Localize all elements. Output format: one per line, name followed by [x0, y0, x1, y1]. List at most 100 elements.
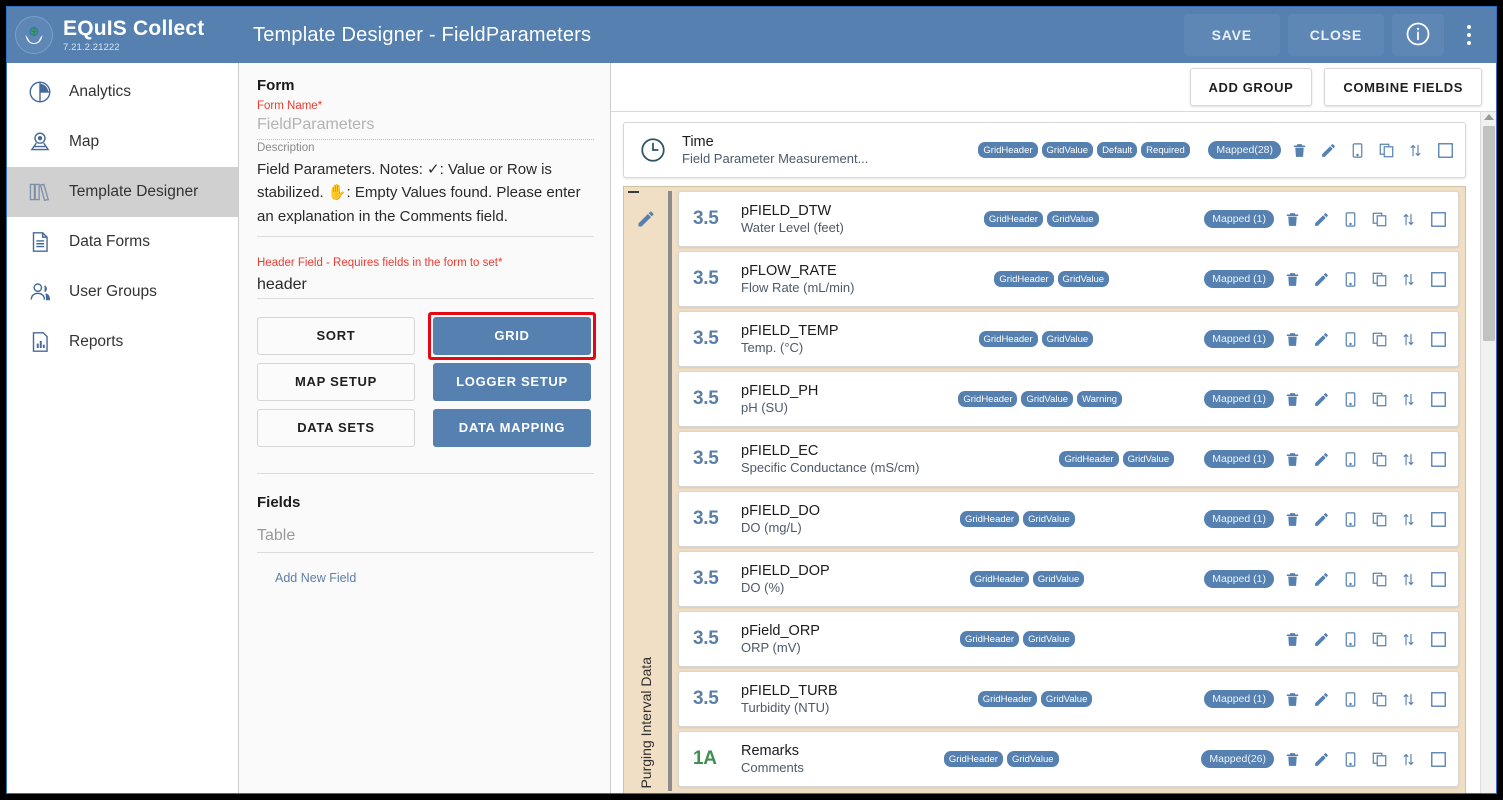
table-row[interactable]: 3.5 pFIELD_DOP DO (%) GridHeader GridValue Ma… [678, 551, 1459, 607]
form-name-input[interactable]: FieldParameters [257, 112, 594, 140]
mobile-icon[interactable] [1339, 328, 1361, 350]
table-row[interactable]: 1A Remarks Comments GridHeader GridValue Mapp… [678, 731, 1459, 787]
sort-arrows-icon[interactable] [1397, 568, 1419, 590]
sort-arrows-icon[interactable] [1397, 748, 1419, 770]
mobile-icon[interactable] [1339, 748, 1361, 770]
kebab-menu-icon[interactable] [1454, 14, 1484, 56]
save-button[interactable]: SAVE [1183, 14, 1280, 56]
mobile-icon[interactable] [1339, 448, 1361, 470]
select-checkbox-icon[interactable] [1426, 448, 1450, 470]
select-checkbox-icon[interactable] [1426, 688, 1450, 710]
edit-icon[interactable] [1310, 568, 1332, 590]
data-mapping-button[interactable]: DATA MAPPING [433, 408, 591, 447]
edit-icon[interactable] [1310, 508, 1332, 530]
add-new-field-link[interactable]: Add New Field [257, 553, 594, 585]
vertical-scrollbar[interactable] [1480, 112, 1496, 793]
edit-icon[interactable] [1310, 628, 1332, 650]
edit-icon[interactable] [1310, 328, 1332, 350]
delete-icon[interactable] [1281, 568, 1303, 590]
delete-icon[interactable] [1281, 208, 1303, 230]
sort-arrows-icon[interactable] [1397, 508, 1419, 530]
mobile-icon[interactable] [1346, 139, 1368, 161]
duplicate-icon[interactable] [1368, 208, 1390, 230]
sidebar-item-reports[interactable]: Reports [7, 317, 238, 367]
edit-icon[interactable] [1310, 448, 1332, 470]
duplicate-icon[interactable] [1368, 748, 1390, 770]
select-checkbox-icon[interactable] [1426, 208, 1450, 230]
delete-icon[interactable] [1288, 139, 1310, 161]
select-checkbox-icon[interactable] [1426, 388, 1450, 410]
sort-arrows-icon[interactable] [1397, 208, 1419, 230]
info-button[interactable] [1392, 14, 1444, 56]
mobile-icon[interactable] [1339, 388, 1361, 410]
sort-arrows-icon[interactable] [1397, 268, 1419, 290]
logger-setup-button[interactable]: LOGGER SETUP [433, 362, 591, 401]
table-row[interactable]: 3.5 pField_ORP ORP (mV) GridHeader GridValue… [678, 611, 1459, 667]
duplicate-icon[interactable] [1368, 448, 1390, 470]
mobile-icon[interactable] [1339, 208, 1361, 230]
edit-icon[interactable] [1310, 268, 1332, 290]
delete-icon[interactable] [1281, 508, 1303, 530]
table-row[interactable]: 3.5 pFIELD_PH pH (SU) GridHeader GridValue Wa… [678, 371, 1459, 427]
table-row[interactable]: Time Field Parameter Measurement... Grid… [623, 122, 1466, 178]
header-field-input[interactable]: header [257, 271, 594, 299]
duplicate-icon[interactable] [1368, 628, 1390, 650]
delete-icon[interactable] [1281, 628, 1303, 650]
sidebar-item-map[interactable]: Map [7, 117, 238, 167]
duplicate-icon[interactable] [1368, 268, 1390, 290]
sidebar-item-user-groups[interactable]: User Groups [7, 267, 238, 317]
delete-icon[interactable] [1281, 748, 1303, 770]
mobile-icon[interactable] [1339, 268, 1361, 290]
delete-icon[interactable] [1281, 448, 1303, 470]
duplicate-icon[interactable] [1368, 328, 1390, 350]
minus-icon[interactable] [628, 191, 639, 193]
delete-icon[interactable] [1281, 388, 1303, 410]
edit-icon[interactable] [1310, 388, 1332, 410]
edit-icon[interactable] [1310, 688, 1332, 710]
combine-fields-button[interactable]: COMBINE FIELDS [1324, 68, 1482, 106]
table-row[interactable]: 3.5 pFIELD_TEMP Temp. (°C) GridHeader GridVa… [678, 311, 1459, 367]
edit-icon[interactable] [1317, 139, 1339, 161]
edit-icon[interactable] [1310, 208, 1332, 230]
sidebar-item-template-designer[interactable]: Template Designer [7, 167, 238, 217]
table-select[interactable]: Table [257, 511, 594, 553]
table-row[interactable]: 3.5 pFIELD_DO DO (mg/L) GridHeader GridValue… [678, 491, 1459, 547]
select-checkbox-icon[interactable] [1433, 139, 1457, 161]
select-checkbox-icon[interactable] [1426, 748, 1450, 770]
scroll-up-arrow-icon[interactable] [1483, 114, 1494, 120]
data-sets-button[interactable]: DATA SETS [257, 408, 415, 447]
sidebar-item-analytics[interactable]: Analytics [7, 67, 238, 117]
select-checkbox-icon[interactable] [1426, 568, 1450, 590]
duplicate-icon[interactable] [1375, 139, 1397, 161]
duplicate-icon[interactable] [1368, 568, 1390, 590]
duplicate-icon[interactable] [1368, 388, 1390, 410]
delete-icon[interactable] [1281, 328, 1303, 350]
close-button[interactable]: CLOSE [1287, 14, 1384, 56]
select-checkbox-icon[interactable] [1426, 268, 1450, 290]
sort-arrows-icon[interactable] [1397, 388, 1419, 410]
map-setup-button[interactable]: MAP SETUP [257, 362, 415, 401]
duplicate-icon[interactable] [1368, 508, 1390, 530]
add-group-button[interactable]: ADD GROUP [1189, 68, 1313, 106]
mobile-icon[interactable] [1339, 628, 1361, 650]
sort-button[interactable]: SORT [257, 316, 415, 355]
sort-arrows-icon[interactable] [1397, 448, 1419, 470]
mobile-icon[interactable] [1339, 688, 1361, 710]
delete-icon[interactable] [1281, 688, 1303, 710]
mobile-icon[interactable] [1339, 568, 1361, 590]
edit-icon[interactable] [1310, 748, 1332, 770]
description-input[interactable]: Field Parameters. Notes: ✓: Value or Row… [257, 156, 594, 237]
table-row[interactable]: 3.5 pFIELD_TURB Turbidity (NTU) GridHeader G… [678, 671, 1459, 727]
duplicate-icon[interactable] [1368, 688, 1390, 710]
table-row[interactable]: 3.5 pFIELD_DTW Water Level (feet) GridHeade… [678, 191, 1459, 247]
scrollbar-thumb[interactable] [1483, 126, 1495, 341]
select-checkbox-icon[interactable] [1426, 328, 1450, 350]
sort-arrows-icon[interactable] [1397, 688, 1419, 710]
table-row[interactable]: 3.5 pFIELD_EC Specific Conductance (mS/cm)… [678, 431, 1459, 487]
table-row[interactable]: 3.5 pFLOW_RATE Flow Rate (mL/min) GridHeade… [678, 251, 1459, 307]
select-checkbox-icon[interactable] [1426, 508, 1450, 530]
select-checkbox-icon[interactable] [1426, 628, 1450, 650]
delete-icon[interactable] [1281, 268, 1303, 290]
sort-arrows-icon[interactable] [1397, 328, 1419, 350]
sort-arrows-icon[interactable] [1404, 139, 1426, 161]
